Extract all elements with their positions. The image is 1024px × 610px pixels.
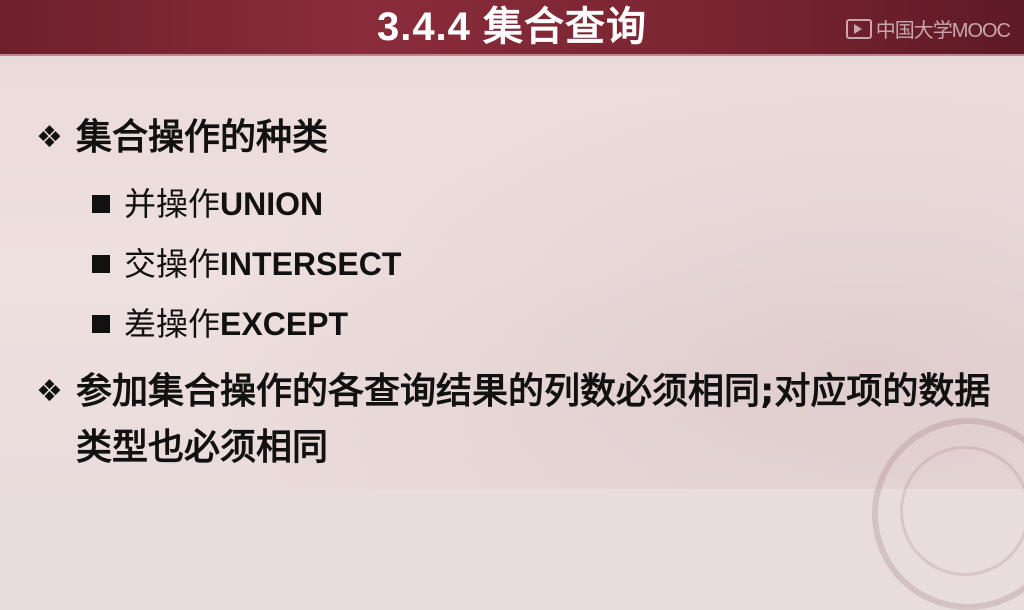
square-bullet-icon (92, 255, 110, 273)
bullet-text: 集合操作的种类 (76, 117, 329, 158)
bullet-level2: 并操作 UNION (92, 174, 1006, 234)
square-bullet-icon (92, 195, 110, 213)
operation-keyword: UNION (220, 186, 324, 222)
bullet-level1: ❖ 集合操作的种类 (36, 110, 1006, 166)
operation-name: 差操作 (124, 305, 221, 343)
operation-keyword: INTERSECT (220, 246, 402, 282)
operation-keyword: EXCEPT (220, 306, 349, 342)
operation-name: 交操作 (124, 245, 221, 283)
bullet-level2: 交操作 INTERSECT (92, 234, 1006, 294)
bullet-text: 参加集合操作的各查询结果的列数必须相同;对应项的数据类型也必须相同 (76, 371, 991, 468)
mooc-watermark: 中国大学MOOC (845, 14, 1011, 43)
slide-content: ❖ 集合操作的种类 并操作 UNION 交操作 INTERSECT 差操作 EXCEP… (36, 110, 1006, 476)
operation-name: 并操作 (124, 185, 221, 223)
watermark-text: 中国大学MOOC (875, 20, 1011, 42)
bullet-level1: ❖ 参加集合操作的各查询结果的列数必须相同;对应项的数据类型也必须相同 (36, 364, 1006, 476)
diamond-bullet-icon: ❖ (36, 374, 63, 409)
diamond-bullet-icon: ❖ (36, 120, 63, 155)
play-icon (845, 18, 872, 39)
square-bullet-icon (92, 315, 110, 333)
title-bar: 3.4.4 集合查询 中国大学MOOC (0, 0, 1024, 56)
bullet-level2: 差操作 EXCEPT (92, 294, 1006, 354)
